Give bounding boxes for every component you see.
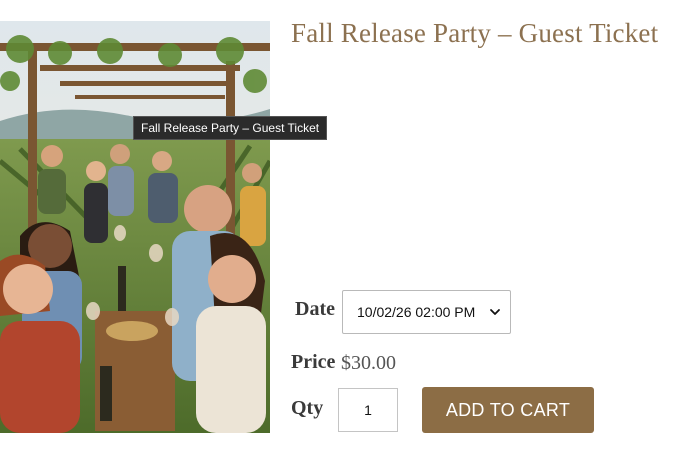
product-image[interactable] xyxy=(0,21,270,433)
qty-label: Qty xyxy=(291,397,324,419)
quantity-input[interactable] xyxy=(338,388,398,432)
price-value: $30.00 xyxy=(341,352,396,374)
price-label: Price xyxy=(291,351,336,373)
vineyard-party-photo xyxy=(0,21,270,433)
date-label: Date xyxy=(295,298,335,320)
add-to-cart-button[interactable]: ADD TO CART xyxy=(422,387,594,433)
date-select-value: 10/02/26 02:00 PM xyxy=(357,304,476,320)
product-title: Fall Release Party – Guest Ticket xyxy=(291,18,659,48)
chevron-down-icon xyxy=(490,309,500,315)
date-select[interactable]: 10/02/26 02:00 PM xyxy=(342,290,511,334)
image-tooltip: Fall Release Party – Guest Ticket xyxy=(133,116,328,140)
